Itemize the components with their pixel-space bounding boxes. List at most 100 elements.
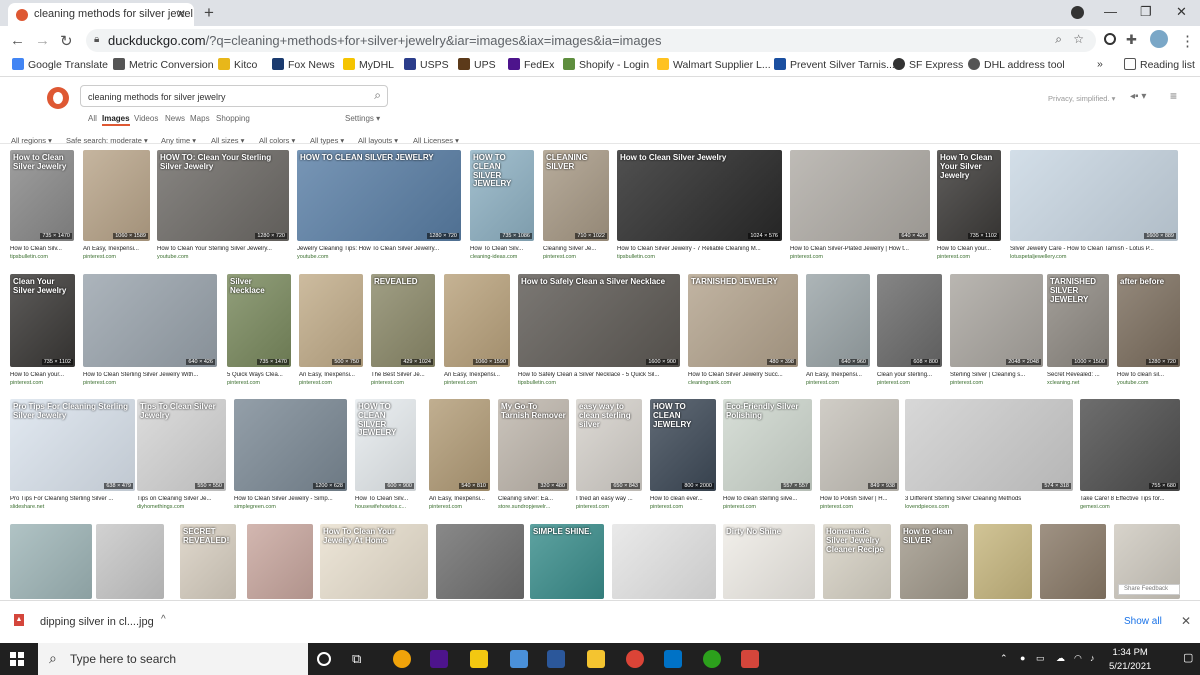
bookmark-star-icon[interactable]: ☆ — [1073, 32, 1084, 46]
bookmark-shopify[interactable]: Shopify - Login — [563, 58, 649, 71]
bookmark-mydhl[interactable]: MyDHL — [343, 58, 394, 71]
wifi-icon[interactable]: ◠ — [1074, 653, 1082, 664]
image-result-thumbnail[interactable]: easy way to clean sterling silver 650 × 8… — [576, 399, 642, 491]
image-result-thumbnail[interactable]: How to clean SILVER — [900, 524, 968, 599]
filter-safe-search[interactable]: Safe search: moderate ▾ — [66, 136, 148, 145]
filter-licenses[interactable]: All Licenses ▾ — [413, 136, 459, 145]
image-result-thumbnail[interactable] — [1040, 524, 1106, 599]
bookmarks-overflow-button[interactable]: » — [1097, 58, 1103, 70]
image-result-title[interactable]: How to Clean Silver Jewelry Succ... — [688, 372, 798, 378]
search-icon[interactable]: ⌕ — [374, 88, 381, 103]
privacy-dropdown[interactable]: Privacy, simplified. ▾ — [1048, 94, 1115, 103]
image-result-thumbnail[interactable] — [974, 524, 1032, 599]
image-result-source[interactable]: cleaning-ideas.com — [470, 254, 534, 260]
task-view-icon[interactable]: ⧉ — [352, 651, 370, 669]
image-result-source[interactable]: pinterest.com — [227, 380, 291, 386]
image-result-title[interactable]: How to clean sterling silve... — [723, 496, 812, 502]
image-result-title[interactable]: An Easy, Inexpensi... — [429, 496, 490, 502]
image-result-title[interactable]: How to Clean Silver-Plated Jewelry | How… — [790, 246, 930, 252]
volume-icon[interactable]: ♪ — [1090, 653, 1095, 663]
tab-images[interactable]: Images — [102, 114, 130, 126]
image-result-source[interactable]: pinterest.com — [723, 504, 812, 510]
image-result-title[interactable]: An Easy, Inexpensi... — [806, 372, 870, 378]
image-result-thumbnail[interactable]: 755 × 680 — [1080, 399, 1180, 491]
quickbooks-icon[interactable] — [703, 650, 721, 668]
hamburger-menu-icon[interactable]: ≡ — [1170, 89, 1177, 103]
zoom-search-icon[interactable]: ⌕ — [1055, 32, 1062, 47]
image-result-title[interactable]: How to Clean Your Sterling Silver Jewelr… — [157, 246, 289, 252]
image-result-source[interactable]: tipsbulletin.com — [10, 254, 74, 260]
tab-all[interactable]: All — [88, 114, 97, 123]
download-options-chevron-icon[interactable]: ^ — [161, 614, 166, 625]
image-result-title[interactable]: How to Clean Silv... — [10, 246, 74, 252]
image-result-title[interactable]: How to Clean Silver Jewelry - 7 Reliable… — [617, 246, 782, 252]
window-close-button[interactable]: ✕ — [1176, 4, 1187, 20]
image-result-source[interactable]: pinterest.com — [371, 380, 435, 386]
image-result-thumbnail[interactable]: Homemade Silver Jewelry Cleaner Recipe — [823, 524, 891, 599]
cloud-icon[interactable]: ☁ — [1056, 653, 1065, 664]
image-result-source[interactable]: cleaningrank.com — [688, 380, 798, 386]
reading-list-button[interactable]: Reading list — [1124, 58, 1195, 71]
user-avatar[interactable] — [1150, 30, 1168, 48]
image-result-source[interactable]: gemexi.com — [1080, 504, 1180, 510]
image-result-thumbnail[interactable]: 1600 × 889 — [1010, 150, 1178, 241]
image-result-thumbnail[interactable]: REVEALED 429 × 1024 — [371, 274, 435, 367]
image-result-thumbnail[interactable]: HOW TO CLEAN JEWELRY 800 × 2000 — [650, 399, 716, 491]
image-result-source[interactable]: youtube.com — [1117, 380, 1180, 386]
image-result-thumbnail[interactable]: 574 × 318 — [905, 399, 1073, 491]
image-result-thumbnail[interactable]: HOW TO: Clean Your Sterling Silver Jewel… — [157, 150, 289, 241]
bookmark-usps[interactable]: USPS — [404, 58, 449, 71]
reload-icon[interactable]: ↻ — [60, 32, 73, 50]
image-result-title[interactable]: 3 Different Sterling Silver Cleaning Met… — [905, 496, 1073, 502]
image-result-source[interactable]: pinterest.com — [937, 254, 1001, 260]
image-result-title[interactable]: How to Clean your... — [10, 372, 75, 378]
image-result-thumbnail[interactable]: 608 × 800 — [877, 274, 942, 367]
image-result-source[interactable]: youtube.com — [157, 254, 289, 260]
image-result-thumbnail[interactable]: HOW TO CLEAN SILVER JEWELRY 735 × 1086 — [470, 150, 534, 241]
share-feedback-button[interactable]: Share Feedback — [1118, 584, 1180, 595]
image-result-source[interactable]: pinterest.com — [83, 380, 217, 386]
image-result-thumbnail[interactable]: SECRET REVEALED! — [180, 524, 236, 599]
image-result-thumbnail[interactable]: 1060 × 1589 — [83, 150, 150, 241]
address-bar[interactable]: 🔒︎ duckduckgo.com/?q=cleaning+methods+fo… — [86, 29, 1096, 52]
bookmark-metric-conversion[interactable]: Metric Conversion — [113, 58, 214, 71]
bookmark-google-translate[interactable]: Google Translate — [12, 58, 108, 71]
image-result-thumbnail[interactable]: Silver Necklace 735 × 1470 — [227, 274, 291, 367]
image-result-thumbnail[interactable]: How to Clean Silver Jewelry 1024 × 576 — [617, 150, 782, 241]
bookmark-fedex[interactable]: FedEx — [508, 58, 554, 71]
image-result-thumbnail[interactable] — [247, 524, 313, 599]
fedex-app-icon[interactable] — [430, 650, 448, 668]
image-result-thumbnail[interactable]: TARNISHED JEWELRY 480 × 398 — [688, 274, 798, 367]
settings-dropdown[interactable]: Settings ▾ — [345, 114, 380, 123]
tray-app-icon[interactable]: ● — [1020, 653, 1025, 663]
filter-layouts[interactable]: All layouts ▾ — [358, 136, 398, 145]
download-filename[interactable]: dipping silver in cl....jpg — [40, 616, 154, 628]
image-result-thumbnail[interactable]: How to Clean Silver Jewelry 735 × 1470 — [10, 150, 74, 241]
image-viewer-icon[interactable] — [741, 650, 759, 668]
image-result-thumbnail[interactable]: Eco-Friendly Silver Polishing 557 × 557 — [723, 399, 812, 491]
bookmark-walmart[interactable]: Walmart Supplier L... — [657, 58, 771, 71]
tray-chevron-icon[interactable]: ⌃ — [1000, 653, 1008, 664]
image-result-source[interactable]: pinterest.com — [10, 380, 75, 386]
browser-menu-icon[interactable]: ⋮ — [1180, 32, 1195, 50]
image-result-thumbnail[interactable]: 540 × 810 — [429, 399, 490, 491]
browser-tab-active[interactable]: cleaning methods for silver jewel ✕ — [8, 3, 194, 26]
image-result-thumbnail[interactable]: 1060 × 1590 — [444, 274, 510, 367]
show-all-downloads-link[interactable]: Show all — [1124, 616, 1162, 627]
image-result-thumbnail[interactable]: Dirty No Shine — [723, 524, 815, 599]
image-result-thumbnail[interactable]: 1200 × 628 — [234, 399, 347, 491]
image-result-title[interactable]: An Easy, Inexpensi... — [299, 372, 363, 378]
image-result-title[interactable]: Sterling Silver | Cleaning s... — [950, 372, 1043, 378]
filter-time[interactable]: Any time ▾ — [161, 136, 196, 145]
image-result-source[interactable]: pinterest.com — [877, 380, 942, 386]
tab-news[interactable]: News — [165, 114, 185, 123]
new-tab-button[interactable]: + — [204, 3, 214, 23]
image-result-thumbnail[interactable]: 2048 × 2048 — [950, 274, 1043, 367]
window-minimize-button[interactable]: — — [1104, 4, 1117, 19]
tab-close-icon[interactable]: ✕ — [176, 7, 186, 21]
taskbar-search-input[interactable]: ⌕ Type here to search — [38, 643, 308, 675]
image-result-source[interactable]: youtube.com — [297, 254, 461, 260]
image-result-source[interactable]: slideshare.net — [10, 504, 135, 510]
image-result-thumbnail[interactable] — [10, 524, 92, 599]
image-result-title[interactable]: How to Clean Silver Jewelry - Simp... — [234, 496, 347, 502]
